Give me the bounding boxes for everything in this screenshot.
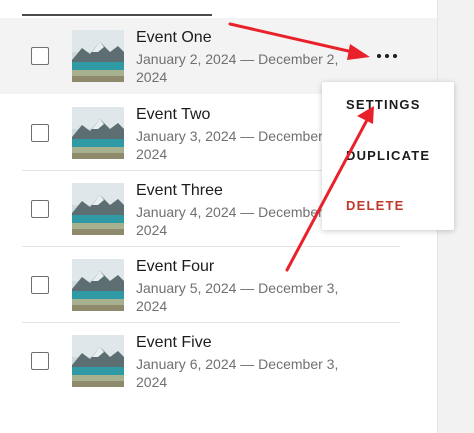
event-dates: January 5, 2024 — December 3, 2024 bbox=[136, 280, 339, 314]
menu-item-settings[interactable]: SETTINGS bbox=[346, 97, 421, 112]
event-title[interactable]: Event Five bbox=[136, 334, 212, 352]
event-title[interactable]: Event Two bbox=[136, 106, 210, 124]
event-dates: January 2, 2024 — December 2, 2024 bbox=[136, 51, 339, 85]
row-context-menu: SETTINGS DUPLICATE DELETE bbox=[322, 82, 454, 230]
row-checkbox[interactable] bbox=[31, 200, 49, 218]
menu-item-duplicate[interactable]: DUPLICATE bbox=[346, 148, 430, 163]
event-title[interactable]: Event Three bbox=[136, 182, 223, 200]
menu-item-delete[interactable]: DELETE bbox=[346, 198, 404, 213]
event-thumbnail bbox=[72, 335, 124, 387]
event-thumbnail bbox=[72, 183, 124, 235]
event-row[interactable]: Event Five January 6, 2024 — December 3,… bbox=[0, 323, 400, 399]
event-thumbnail bbox=[72, 107, 124, 159]
row-checkbox[interactable] bbox=[31, 276, 49, 294]
row-checkbox[interactable] bbox=[31, 352, 49, 370]
event-thumbnail bbox=[72, 30, 124, 82]
row-checkbox[interactable] bbox=[31, 47, 49, 65]
active-tab-underline bbox=[22, 14, 212, 16]
event-title[interactable]: Event Four bbox=[136, 258, 214, 276]
more-options-icon[interactable] bbox=[372, 48, 402, 64]
row-checkbox[interactable] bbox=[31, 124, 49, 142]
event-thumbnail bbox=[72, 259, 124, 311]
event-dates: January 6, 2024 — December 3, 2024 bbox=[136, 356, 339, 390]
event-row[interactable]: Event Four January 5, 2024 — December 3,… bbox=[0, 247, 400, 323]
event-title[interactable]: Event One bbox=[136, 29, 212, 47]
